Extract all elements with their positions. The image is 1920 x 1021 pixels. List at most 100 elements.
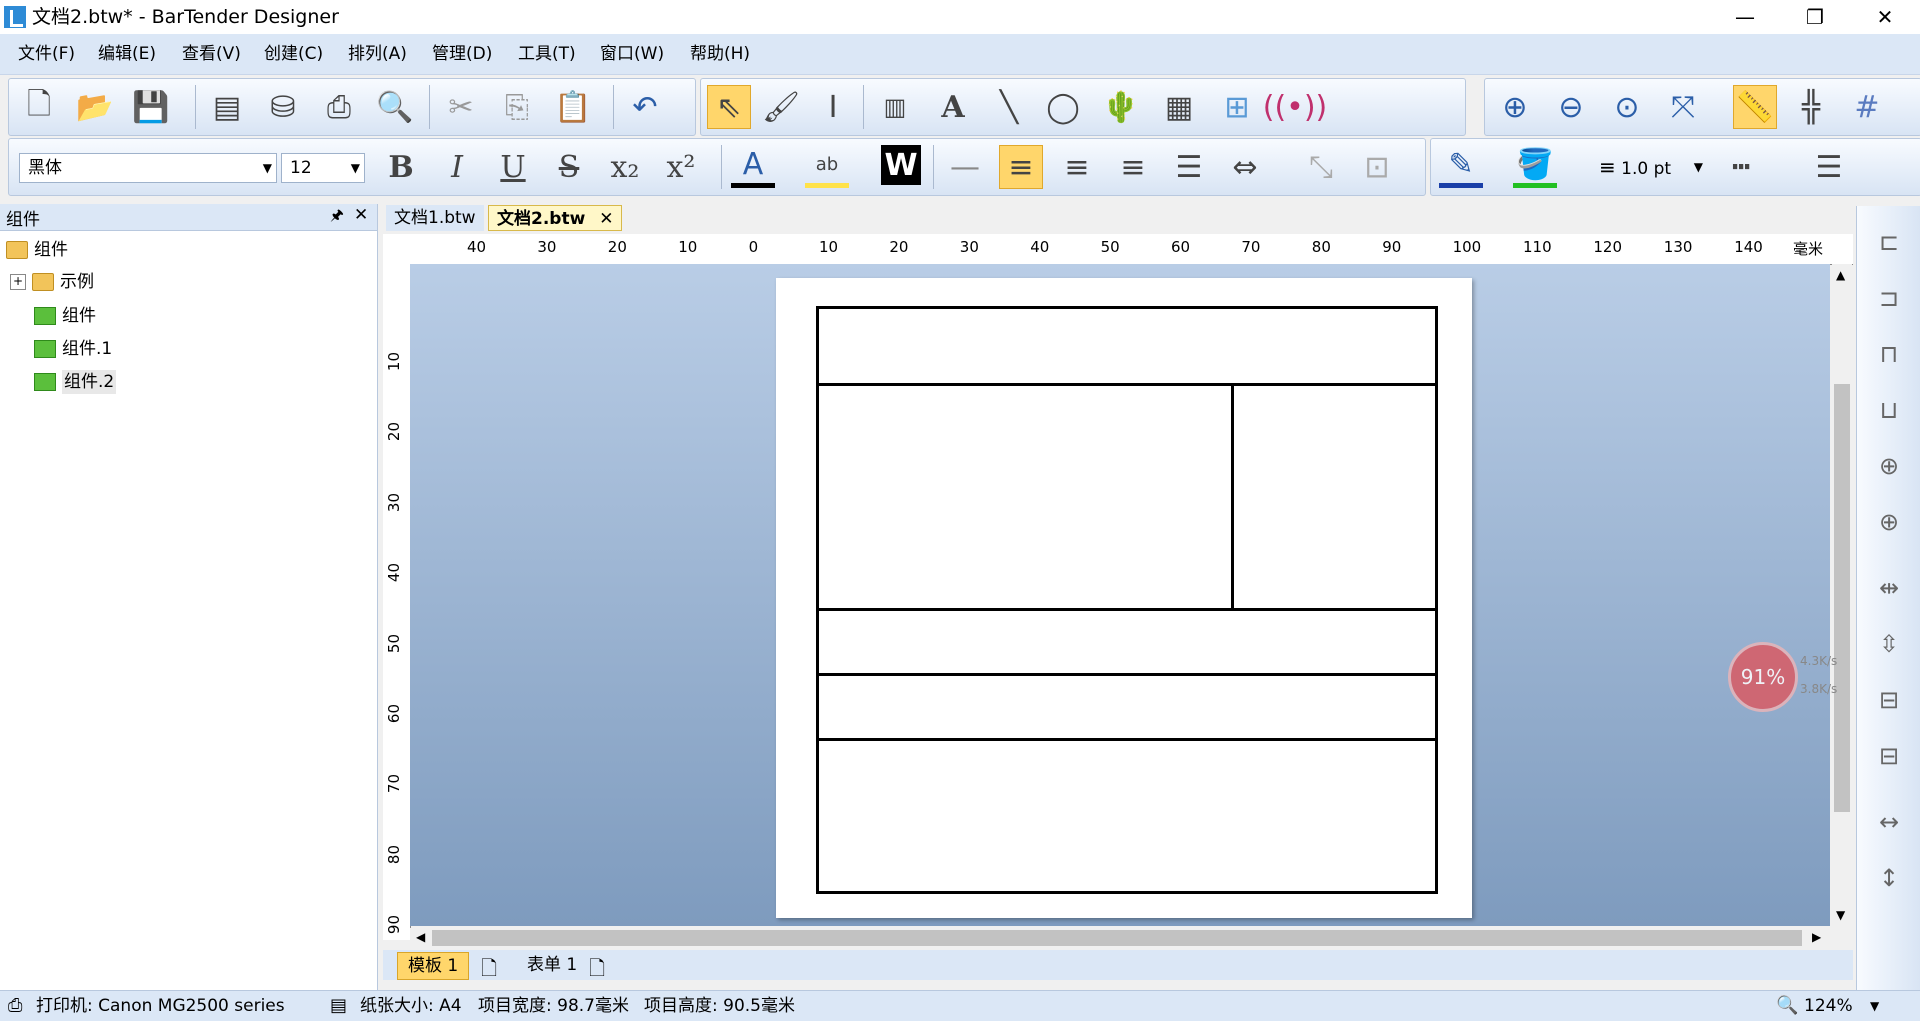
font-size-combo[interactable]: 12 ▼ — [281, 153, 365, 183]
grid-object-icon[interactable]: ⊞ — [1215, 85, 1259, 129]
italic-icon[interactable]: I — [435, 145, 479, 189]
scroll-right-icon[interactable]: ▶ — [1812, 930, 1821, 944]
align-vertical-center-icon[interactable]: ⊕ — [1867, 500, 1911, 544]
justify-icon[interactable]: ☰ — [1167, 145, 1211, 189]
shrink-icon[interactable]: ⤡ — [1299, 145, 1343, 189]
zoom-level[interactable]: 124% — [1804, 991, 1853, 1021]
tab-template-1[interactable]: 模板 1 — [397, 952, 470, 980]
align-top-edges-icon[interactable]: ⊓ — [1867, 332, 1911, 376]
expand-icon[interactable]: + — [10, 274, 26, 290]
superscript-icon[interactable]: x² — [659, 145, 703, 189]
paste-icon[interactable]: 📋 — [551, 85, 595, 129]
add-template-icon[interactable]: 🗋 — [481, 954, 497, 988]
menu-tools[interactable]: 工具(T) — [518, 42, 576, 66]
tab-document-1[interactable]: 文档1.btw — [386, 205, 484, 231]
align-horizontal-center-icon[interactable]: ⊕ — [1867, 444, 1911, 488]
save-icon[interactable]: 💾 — [129, 85, 173, 129]
grid-icon[interactable]: # — [1845, 85, 1889, 129]
copy-icon[interactable]: ⎘ — [495, 85, 539, 129]
cut-icon[interactable]: ✂ — [439, 85, 483, 129]
zoom-out-icon[interactable]: ⊖ — [1549, 85, 1593, 129]
horizontal-scroll-thumb[interactable] — [432, 930, 1802, 946]
tab-document-2[interactable]: 文档2.btw ✕ — [488, 205, 623, 231]
close-button[interactable]: ✕ — [1850, 0, 1920, 34]
tree-item-component[interactable]: 组件 — [34, 304, 96, 328]
menu-manage[interactable]: 管理(D) — [432, 42, 492, 66]
pin-icon[interactable]: 🖈 — [330, 205, 344, 230]
same-height-icon[interactable]: ↕ — [1867, 856, 1911, 900]
subscript-icon[interactable]: x₂ — [603, 145, 647, 189]
scroll-left-icon[interactable]: ◀ — [416, 930, 425, 944]
underline-icon[interactable]: U — [491, 145, 535, 189]
line-style-icon[interactable]: ☰ — [1807, 145, 1851, 189]
zoom-in-icon[interactable]: ⊕ — [1493, 85, 1537, 129]
horizontal-scrollbar[interactable]: ◀ ▶ — [410, 928, 1830, 948]
align-center-icon[interactable]: ≡ — [1055, 145, 1099, 189]
bold-icon[interactable]: B — [379, 145, 423, 189]
tab-form-1[interactable]: 表单 1 — [519, 952, 585, 978]
align-right-icon[interactable]: ≡ — [1111, 145, 1155, 189]
shape-icon[interactable]: ◯ — [1041, 85, 1085, 129]
restore-button[interactable]: ❐ — [1780, 0, 1850, 34]
same-width-icon[interactable]: ↔ — [1867, 800, 1911, 844]
ruler-icon[interactable]: 📏 — [1733, 85, 1777, 129]
tree-item-component-1[interactable]: 组件.1 — [34, 337, 112, 361]
menu-window[interactable]: 窗口(W) — [600, 42, 664, 66]
tab-close-icon[interactable]: ✕ — [599, 209, 613, 229]
fill-color-icon[interactable]: 🪣 — [1513, 145, 1557, 188]
print-icon[interactable]: ⎙ — [317, 85, 361, 129]
menu-edit[interactable]: 编辑(E) — [98, 42, 156, 66]
line-color-icon[interactable]: ✎ — [1439, 145, 1483, 188]
word-wrap-icon[interactable]: W — [881, 145, 921, 185]
scroll-up-icon[interactable]: ▲ — [1836, 268, 1845, 282]
scroll-down-icon[interactable]: ▼ — [1836, 908, 1845, 922]
picture-icon[interactable]: 🌵 — [1099, 85, 1143, 129]
distribute-vertical-icon[interactable]: ⇳ — [1867, 622, 1911, 666]
no-align-icon[interactable]: — — [943, 145, 987, 189]
barcode-icon[interactable]: ▥ — [873, 85, 917, 129]
new-document-icon[interactable]: 🗋 — [17, 85, 61, 129]
center-object-icon[interactable]: ⊡ — [1355, 145, 1399, 189]
align-bottom-edges-icon[interactable]: ⊔ — [1867, 388, 1911, 432]
tree-root[interactable]: 组件 — [6, 238, 68, 262]
zoom-dropdown-icon[interactable]: ▼ — [1870, 991, 1879, 1021]
database-icon[interactable]: ⛁ — [261, 85, 305, 129]
add-form-icon[interactable]: 🗋 — [589, 954, 605, 988]
font-name-combo[interactable]: 黑体 ▼ — [19, 153, 277, 183]
align-right-edges-icon[interactable]: ⊐ — [1867, 276, 1911, 320]
page-setup-icon[interactable]: ▤ — [205, 85, 249, 129]
print-preview-icon[interactable]: 🔍 — [373, 85, 417, 129]
vertical-scroll-thumb[interactable] — [1834, 384, 1850, 812]
table-icon[interactable]: ▦ — [1157, 85, 1201, 129]
menu-view[interactable]: 查看(V) — [182, 42, 241, 66]
center-vertically-icon[interactable]: ⊟ — [1867, 734, 1911, 778]
minimize-button[interactable]: — — [1710, 0, 1780, 34]
distribute-horizontal-icon[interactable]: ⇹ — [1867, 566, 1911, 610]
label-page[interactable] — [776, 278, 1472, 918]
panel-close-icon[interactable]: ✕ — [354, 205, 368, 225]
zoom-page-icon[interactable]: ⤧ — [1661, 85, 1705, 129]
vertical-scrollbar[interactable]: ▲ ▼ — [1832, 264, 1852, 926]
center-horizontally-icon[interactable]: ⊟ — [1867, 678, 1911, 722]
rfid-icon[interactable]: ((•)) — [1263, 85, 1328, 129]
highlight-icon[interactable]: ab — [805, 145, 849, 188]
menu-help[interactable]: 帮助(H) — [690, 42, 750, 66]
fit-width-icon[interactable]: ⇔ — [1223, 145, 1267, 189]
strikethrough-icon[interactable]: S — [547, 145, 591, 189]
select-pointer-icon[interactable]: ⇖ — [707, 85, 751, 129]
align-left-edges-icon[interactable]: ⊏ — [1867, 220, 1911, 264]
snap-icon[interactable]: ╬ — [1789, 85, 1833, 129]
menu-create[interactable]: 创建(C) — [264, 42, 323, 66]
text-cursor-icon[interactable]: I — [811, 85, 855, 129]
tree-item-component-2[interactable]: 组件.2 — [34, 370, 117, 394]
cpu-usage-widget[interactable]: 91% — [1728, 642, 1798, 712]
line-width-combo[interactable]: ≡ 1.0 pt ▼ — [1591, 153, 1707, 183]
menu-arrange[interactable]: 排列(A) — [348, 42, 407, 66]
font-color-icon[interactable]: A — [731, 145, 775, 188]
dash-style-icon[interactable]: ┅ — [1719, 145, 1763, 189]
line-icon[interactable]: ╲ — [987, 85, 1031, 129]
open-folder-icon[interactable]: 📂 — [73, 85, 117, 129]
menu-file[interactable]: 文件(F) — [18, 42, 75, 66]
align-left-icon[interactable]: ≡ — [999, 145, 1043, 189]
format-painter-icon[interactable]: 🖌 — [759, 85, 803, 129]
